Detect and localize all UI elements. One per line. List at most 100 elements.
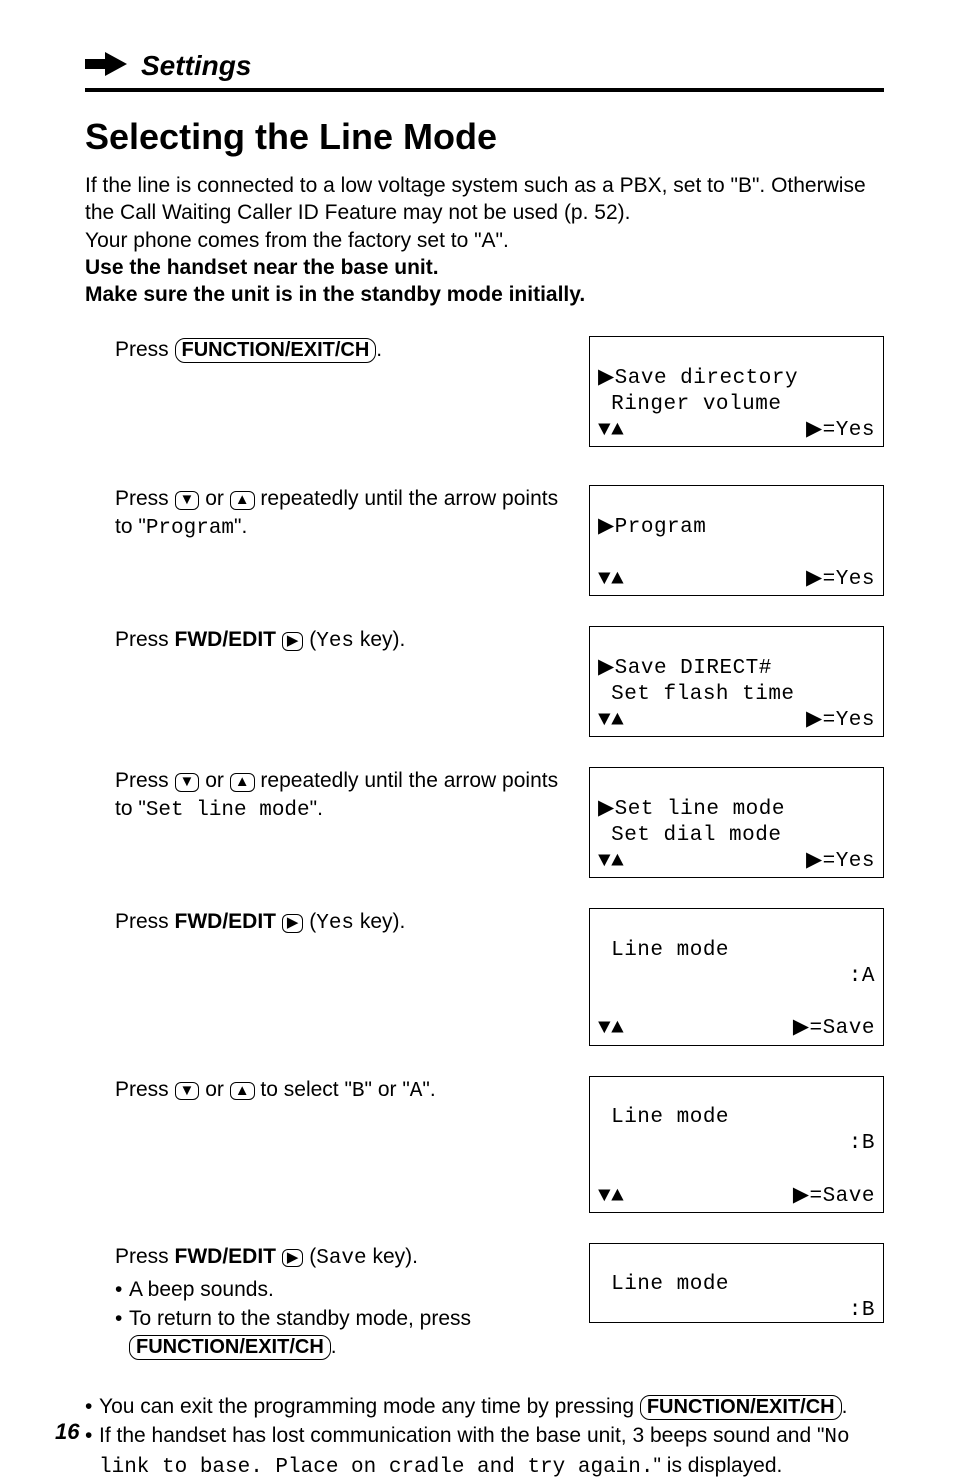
lcd-screen: ▶Set line mode Set dial mode ▼▲ ▶=Yes	[589, 767, 884, 878]
lcd-line: :B	[849, 1131, 875, 1157]
lcd-line: Set flash time	[598, 683, 795, 706]
text: Press	[115, 1078, 175, 1101]
bullet-text: A beep sounds.	[129, 1276, 274, 1304]
lcd-line: ▶Save directory	[598, 367, 798, 390]
text: key).	[367, 1245, 418, 1268]
lcd-nav-indicator: ▶=Yes	[806, 567, 875, 593]
step-row: Press FWD/EDIT ▶ (Yes key). ▶Save DIRECT…	[85, 626, 884, 737]
up-key-icon: ▲	[230, 1082, 255, 1101]
bullet-icon: •	[85, 1393, 99, 1421]
lcd-screen: ▶Program ▼▲ ▶=Yes	[589, 485, 884, 596]
step-row: Press FUNCTION/EXIT/CH. ▶Save directory …	[85, 336, 884, 447]
step-text: Press ▼ or ▲ repeatedly until the arrow …	[115, 485, 589, 542]
fwd-edit-label: FWD/EDIT	[175, 628, 276, 651]
down-key-icon: ▼	[175, 773, 200, 792]
steps-list: Press FUNCTION/EXIT/CH. ▶Save directory …	[85, 336, 884, 1361]
intro-line-2: Your phone comes from the factory set to…	[85, 229, 509, 252]
down-key-icon: ▼	[175, 1082, 200, 1101]
text: or	[199, 487, 229, 510]
lcd-line: ▶Save DIRECT#	[598, 657, 772, 680]
lcd-line: ▶Set line mode	[598, 798, 785, 821]
lcd-nav-indicator: ▶=Save	[793, 1016, 875, 1042]
lcd-nav-indicator: ▼▲	[598, 708, 624, 734]
step-row: Press FWD/EDIT ▶ (Save key). •A beep sou…	[85, 1243, 884, 1361]
down-key-icon: ▼	[175, 491, 200, 510]
lcd-line	[598, 1131, 611, 1157]
text: .	[842, 1395, 848, 1418]
text: Press	[115, 769, 175, 792]
lcd-nav-indicator: ▼▲	[598, 567, 624, 593]
mono-text: B	[352, 1080, 365, 1103]
section-title: Settings	[141, 50, 251, 82]
text: (	[303, 628, 316, 651]
footnotes: •You can exit the programming mode any t…	[85, 1393, 884, 1482]
text: Press	[115, 628, 175, 651]
mono-text: Save	[316, 1247, 366, 1270]
text: Press	[115, 1245, 175, 1268]
lcd-line: Set dial mode	[598, 824, 781, 847]
fwd-edit-label: FWD/EDIT	[175, 1245, 276, 1268]
lcd-line: ▶Program	[598, 516, 706, 539]
page-number: 16	[55, 1419, 79, 1445]
mono-text: Program	[146, 517, 234, 540]
text: key).	[354, 910, 405, 933]
step-bullets: •A beep sounds. •To return to the standb…	[115, 1276, 569, 1361]
lcd-nav-indicator: ▶=Yes	[806, 708, 875, 734]
mono-text: Set line mode	[146, 799, 310, 822]
lcd-line	[598, 1298, 611, 1324]
lcd-nav-indicator: ▶=Yes	[806, 849, 875, 875]
lcd-screen: ▶Save directory Ringer volume ▼▲ ▶=Yes	[589, 336, 884, 447]
lcd-line: Ringer volume	[598, 393, 781, 416]
text: ".	[422, 1078, 435, 1101]
lcd-line	[598, 964, 611, 990]
lcd-nav-indicator: ▼▲	[598, 1016, 624, 1042]
lcd-nav-indicator: ▼▲	[598, 418, 624, 444]
right-key-icon: ▶	[282, 1249, 304, 1268]
mono-text: Yes	[316, 912, 354, 935]
text: Press	[115, 910, 175, 933]
lcd-line	[598, 542, 611, 565]
text: Press	[115, 487, 175, 510]
function-exit-ch-key: FUNCTION/EXIT/CH	[129, 1335, 331, 1360]
right-key-icon: ▶	[282, 632, 304, 651]
text: Press	[115, 338, 175, 361]
section-header: Settings	[85, 50, 884, 92]
text: ".	[310, 797, 323, 820]
fwd-edit-label: FWD/EDIT	[175, 910, 276, 933]
text: " or "	[365, 1078, 410, 1101]
up-key-icon: ▲	[230, 773, 255, 792]
intro-text: If the line is connected to a low voltag…	[85, 172, 884, 308]
lcd-screen: Line mode :B ▼▲▶=Save	[589, 1076, 884, 1213]
lcd-screen: Line mode :A ▼▲▶=Save	[589, 908, 884, 1045]
lcd-nav-indicator: ▼▲	[598, 1184, 624, 1210]
lcd-line: :B	[849, 1298, 875, 1324]
text: (	[303, 1245, 316, 1268]
intro-bold-1: Use the handset near the base unit.	[85, 256, 439, 279]
lcd-line: Line mode	[598, 1273, 729, 1296]
intro-line-1: If the line is connected to a low voltag…	[85, 174, 866, 224]
mono-text: Yes	[316, 630, 354, 653]
text: " is displayed.	[654, 1454, 783, 1477]
text: or	[199, 769, 229, 792]
step-row: Press ▼ or ▲ to select "B" or "A". Line …	[85, 1076, 884, 1213]
lcd-line	[598, 1352, 611, 1375]
step-row: Press FWD/EDIT ▶ (Yes key). Line mode :A…	[85, 908, 884, 1045]
text: ".	[234, 515, 247, 538]
up-key-icon: ▲	[230, 491, 255, 510]
text: To return to the standby mode, press	[129, 1307, 471, 1330]
lcd-nav-indicator: ▼▲	[598, 849, 624, 875]
lcd-nav-indicator: ▶=Yes	[806, 418, 875, 444]
step-text: Press ▼ or ▲ repeatedly until the arrow …	[115, 767, 589, 824]
page-title: Selecting the Line Mode	[85, 116, 884, 158]
step-row: Press ▼ or ▲ repeatedly until the arrow …	[85, 767, 884, 878]
text: (	[303, 910, 316, 933]
bullet-icon: •	[85, 1422, 99, 1482]
step-text: Press FWD/EDIT ▶ (Yes key).	[115, 908, 589, 937]
lcd-screen: ▶Save DIRECT# Set flash time ▼▲ ▶=Yes	[589, 626, 884, 737]
lcd-screen: Line mode :B	[589, 1243, 884, 1323]
arrow-right-icon	[85, 52, 127, 81]
function-exit-ch-key: FUNCTION/EXIT/CH	[640, 1395, 842, 1420]
step-text: Press ▼ or ▲ to select "B" or "A".	[115, 1076, 589, 1105]
text: .	[376, 338, 382, 361]
lcd-nav-indicator: ▶=Save	[793, 1184, 875, 1210]
